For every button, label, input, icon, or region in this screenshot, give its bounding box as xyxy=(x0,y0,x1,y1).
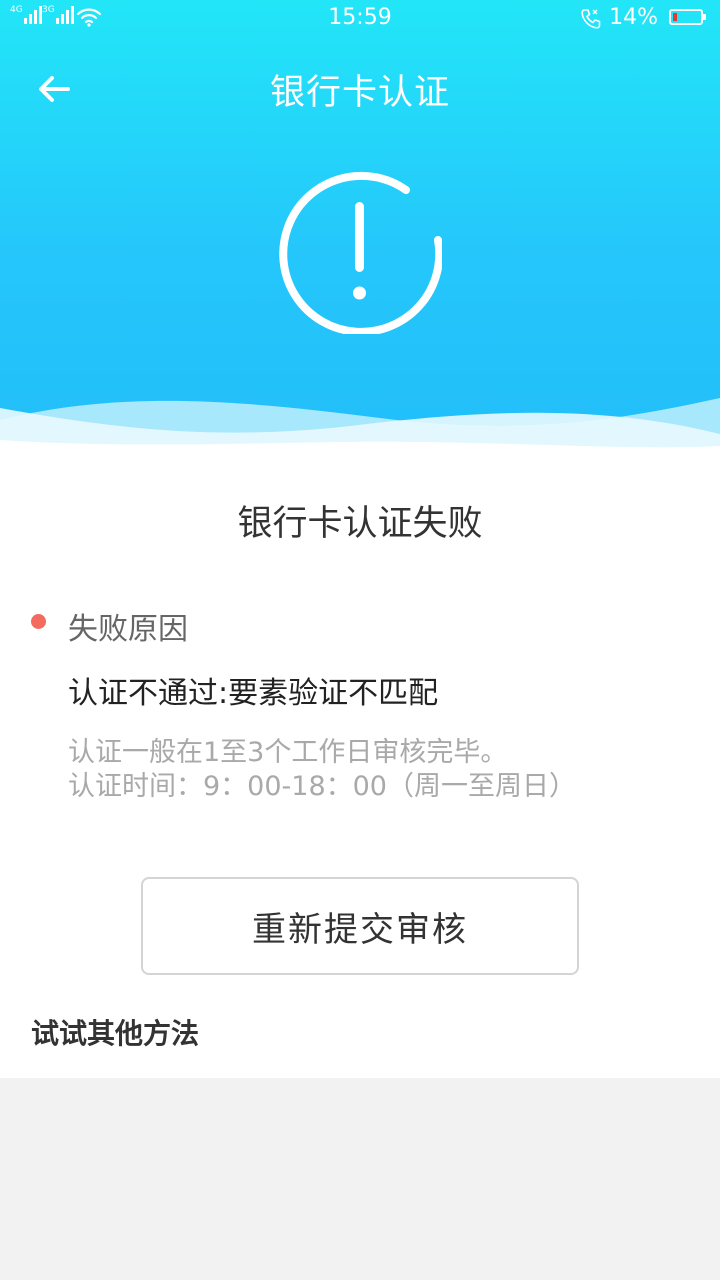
battery-percent: 14% xyxy=(609,5,658,30)
failure-reason-label: 失败原因 xyxy=(68,612,188,647)
review-hours-hint: 认证时间：9：00-18：00（周一至周日） xyxy=(68,771,576,802)
hd-call-icon xyxy=(581,9,601,29)
result-panel: 银行卡认证失败 失败原因 认证不通过:要素验证不匹配 认证一般在1至3个工作日审… xyxy=(0,450,720,1078)
alert-circle-icon xyxy=(279,171,442,334)
page-title: 银行卡认证 xyxy=(269,73,450,113)
resubmit-button[interactable]: 重新提交审核 xyxy=(141,877,579,975)
battery-icon xyxy=(669,9,706,25)
failure-reason-text: 认证不通过:要素验证不匹配 xyxy=(68,676,439,711)
other-methods-title: 试试其他方法 xyxy=(31,1017,200,1050)
wave-decoration xyxy=(0,398,720,450)
header-hero: 4G 3G 15:59 14% 银行卡认证 xyxy=(0,0,720,450)
reason-bullet xyxy=(31,614,46,629)
result-title: 银行卡认证失败 xyxy=(237,504,483,544)
status-bar: 4G 3G 15:59 14% xyxy=(0,0,720,38)
battery-level xyxy=(673,13,677,21)
